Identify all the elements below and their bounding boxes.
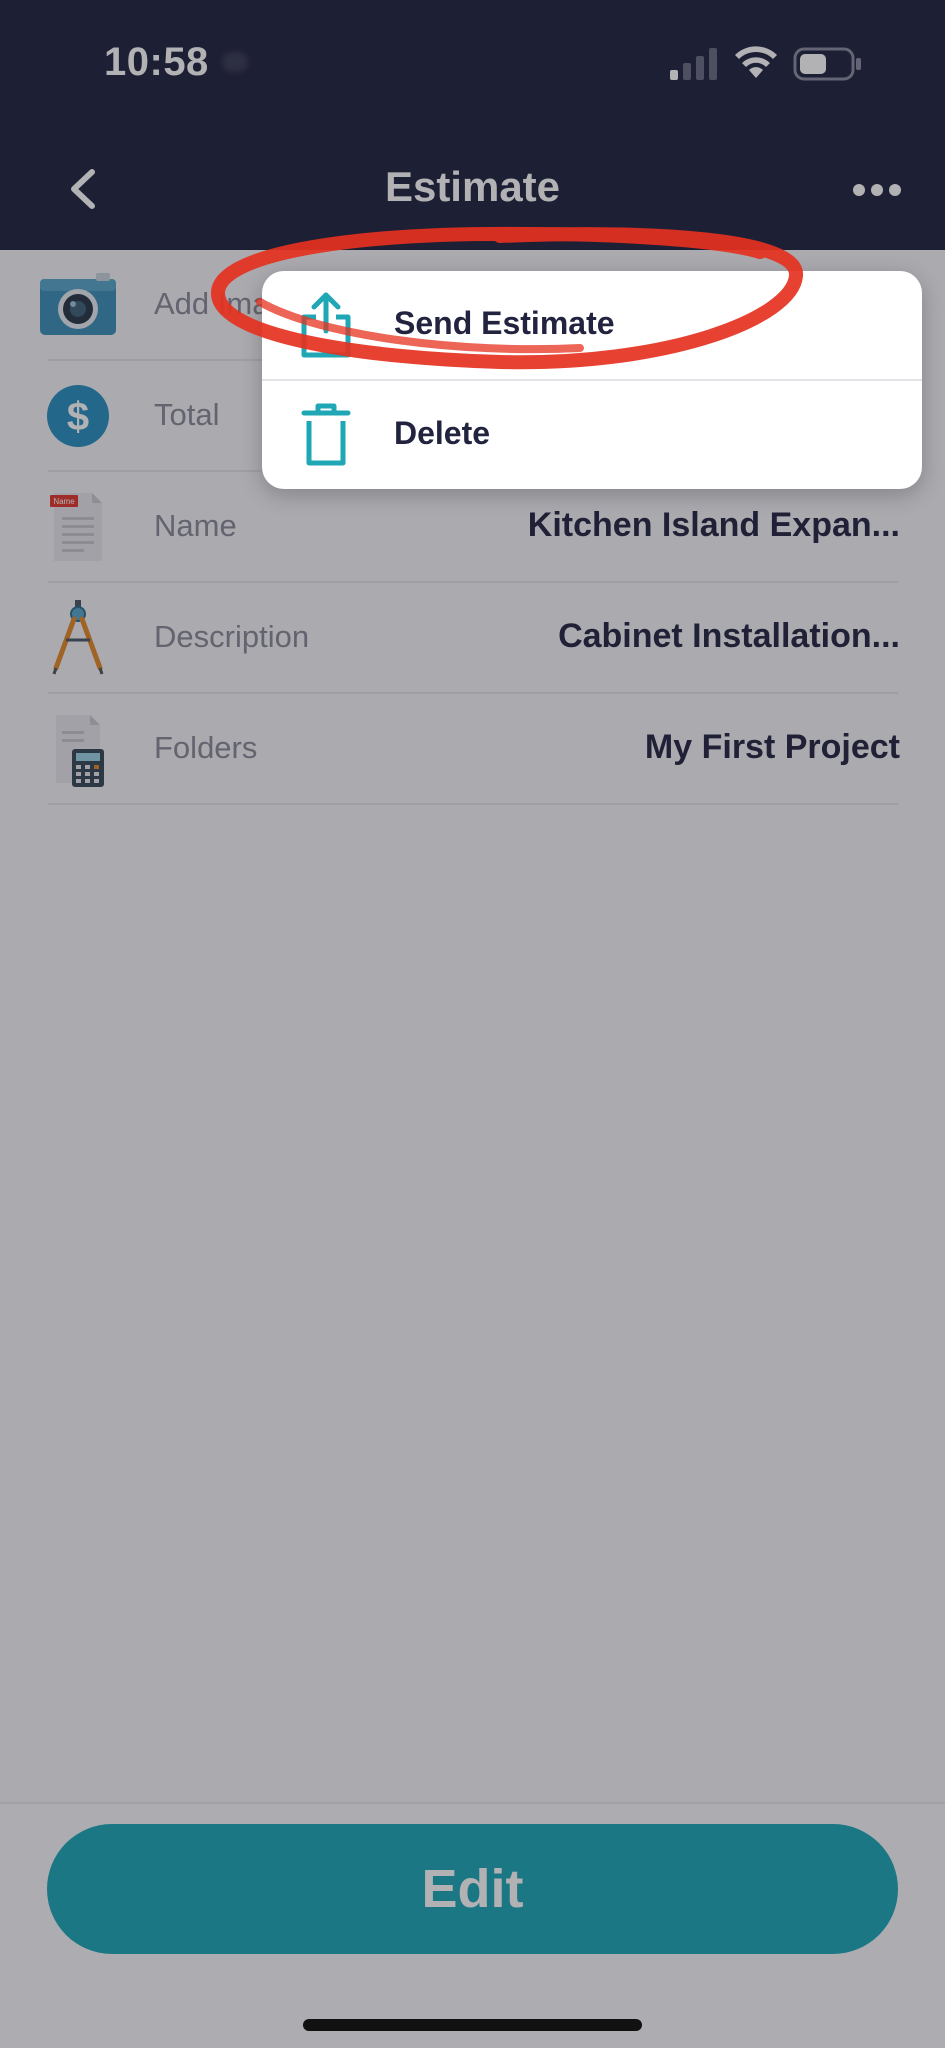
trash-icon: [301, 403, 351, 466]
menu-item-label: Delete: [394, 415, 491, 451]
share-icon: [301, 292, 351, 358]
menu-item-label: Send Estimate: [394, 305, 615, 341]
options-menu: Send Estimate Delete: [262, 271, 922, 489]
menu-item-delete[interactable]: Delete: [262, 381, 922, 489]
menu-item-send-estimate[interactable]: Send Estimate: [262, 271, 922, 380]
home-indicator[interactable]: [303, 2019, 642, 2031]
